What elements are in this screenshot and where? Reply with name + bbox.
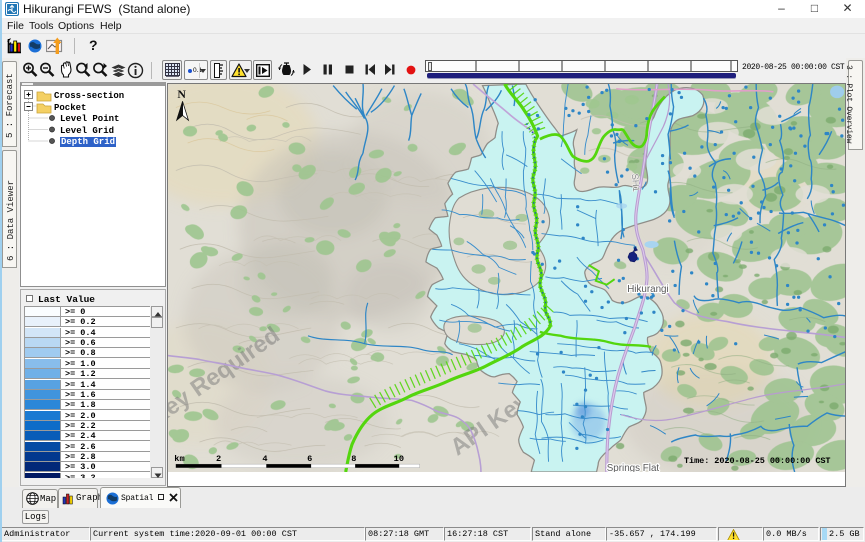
svg-text:km: km [174, 454, 184, 464]
svg-text:10: 10 [394, 454, 404, 464]
svg-text:Hikurangi: Hikurangi [627, 284, 668, 295]
svg-text:Springs Flat: Springs Flat [607, 463, 660, 472]
svg-text:SH1: SH1 [630, 173, 642, 192]
svg-text:2: 2 [216, 454, 221, 464]
svg-text:8: 8 [351, 454, 356, 464]
svg-text:N: N [177, 87, 186, 101]
svg-text:4: 4 [262, 454, 267, 464]
svg-text:6: 6 [307, 454, 312, 464]
